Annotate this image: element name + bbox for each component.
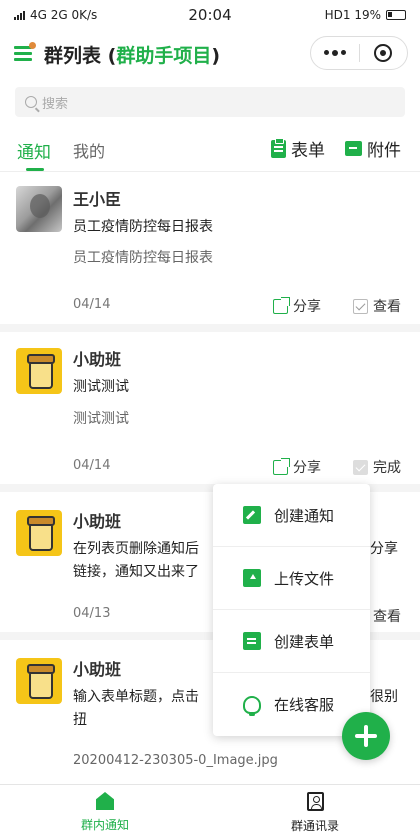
form-label: 表单 — [291, 141, 325, 161]
share-button[interactable]: 分享 — [273, 457, 321, 477]
avatar — [16, 510, 62, 556]
notice-title-line2: 扭 — [73, 712, 87, 728]
title-project: 群助手项目 — [116, 44, 212, 67]
share-icon — [273, 457, 290, 475]
tab-active-indicator — [26, 168, 44, 171]
notice-date: 04/14 — [73, 458, 111, 473]
notice-summary: 员工疫情防控每日报表 — [73, 250, 213, 266]
create-form-menu-item[interactable]: 创建表单 — [213, 610, 370, 673]
complete-label: 完成 — [373, 460, 401, 476]
share-label: 分享 — [293, 299, 321, 315]
close-mini-program-icon[interactable] — [359, 44, 407, 62]
notice-title: 员工疫情防控每日报表 — [73, 219, 213, 235]
tab-bar: 通知 我的 表单 附件 — [0, 128, 420, 172]
view-label: 查看 — [373, 299, 401, 315]
share-button[interactable]: 分享 — [273, 296, 321, 316]
nav-group-notice-label: 群内通知 — [80, 818, 129, 832]
title-close: ) — [211, 44, 221, 67]
online-service-label: 在线客服 — [274, 696, 335, 714]
upload-file-label: 上传文件 — [274, 569, 335, 588]
signal-icon — [14, 10, 25, 20]
search-input[interactable]: 搜索 — [15, 87, 405, 117]
edit-icon — [243, 506, 261, 524]
status-right: HD1 19% — [325, 8, 406, 22]
notice-title-tail: 分享 — [370, 541, 398, 557]
attachment-label: 附件 — [367, 141, 401, 161]
sender-name: 小助班 — [73, 350, 122, 369]
search-icon — [25, 96, 37, 108]
notice-title: 在列表页删除通知后 — [73, 541, 199, 557]
create-form-label: 创建表单 — [274, 632, 335, 651]
notice-summary: 测试测试 — [73, 411, 129, 427]
add-button[interactable] — [342, 712, 390, 760]
avatar — [16, 348, 62, 394]
notice-title-line2: 链接，通知又出来了 — [73, 564, 199, 580]
complete-button[interactable]: 完成 — [353, 457, 401, 477]
clock: 20:04 — [188, 6, 232, 24]
notice-date: 04/14 — [73, 297, 111, 312]
search-placeholder: 搜索 — [42, 96, 69, 112]
upload-file-menu-item[interactable]: 上传文件 — [213, 547, 370, 610]
upload-folder-icon — [243, 569, 261, 587]
battery-icon — [386, 10, 406, 20]
checkbox-icon — [353, 298, 368, 314]
nav-group-notice[interactable]: 群内通知 — [0, 785, 210, 840]
app-header: 群列表 (群助手项目) — [0, 30, 420, 78]
status-bar: 4G 2G 0K/s 20:04 HD1 19% — [0, 0, 420, 30]
headset-icon — [243, 695, 261, 716]
home-icon — [96, 792, 114, 810]
nav-group-contacts-label: 群通讯录 — [290, 818, 339, 833]
create-notice-menu-item[interactable]: 创建通知 — [213, 484, 370, 547]
share-icon — [273, 296, 290, 314]
tab-mine[interactable]: 我的 — [73, 138, 105, 162]
status-right-text: HD1 19% — [324, 8, 381, 22]
share-label: 分享 — [293, 460, 321, 476]
create-notice-label: 创建通知 — [274, 506, 335, 525]
view-button[interactable]: 查看 — [373, 606, 401, 626]
avatar — [16, 658, 62, 704]
list-item[interactable]: 小助班 测试测试 测试测试 04/14 分享 完成 — [0, 332, 420, 492]
sender-name: 小助班 — [73, 512, 122, 531]
list-item[interactable]: 王小臣 员工疫情防控每日报表 员工疫情防控每日报表 04/14 分享 查看 — [0, 172, 420, 332]
title-main: 群列表 ( — [44, 44, 117, 67]
form-icon — [271, 137, 286, 158]
form-icon — [243, 632, 261, 650]
page-title: 群列表 (群助手项目) — [44, 41, 220, 68]
avatar — [16, 186, 62, 232]
attachment-button[interactable]: 附件 — [345, 136, 401, 161]
create-menu-popup: 创建通知 上传文件 创建表单 在线客服 — [213, 484, 370, 736]
menu-icon[interactable] — [14, 42, 36, 62]
attachment-filename[interactable]: 20200412-230305-0_Image.jpg — [73, 753, 278, 768]
sender-name: 王小臣 — [73, 190, 122, 209]
notice-title: 输入表单标题，点击 — [73, 689, 199, 705]
sender-name: 小助班 — [73, 660, 122, 679]
bottom-nav: 群内通知 群通讯录 — [0, 784, 420, 840]
status-left: 4G 2G 0K/s — [14, 8, 97, 22]
attachment-icon — [345, 141, 362, 156]
contacts-icon — [306, 791, 324, 811]
notice-title-tail: 很别 — [370, 689, 398, 705]
notice-date: 04/13 — [73, 606, 111, 621]
view-button[interactable]: 查看 — [353, 296, 401, 316]
form-button[interactable]: 表单 — [271, 136, 325, 161]
notice-title: 测试测试 — [73, 379, 129, 395]
more-icon[interactable] — [311, 50, 359, 56]
nav-group-contacts[interactable]: 群通讯录 — [210, 785, 420, 840]
mini-program-capsule — [310, 36, 408, 70]
tab-notice[interactable]: 通知 — [17, 138, 51, 163]
network-status: 4G 2G 0K/s — [30, 8, 98, 22]
checkbox-checked-icon — [353, 459, 368, 475]
